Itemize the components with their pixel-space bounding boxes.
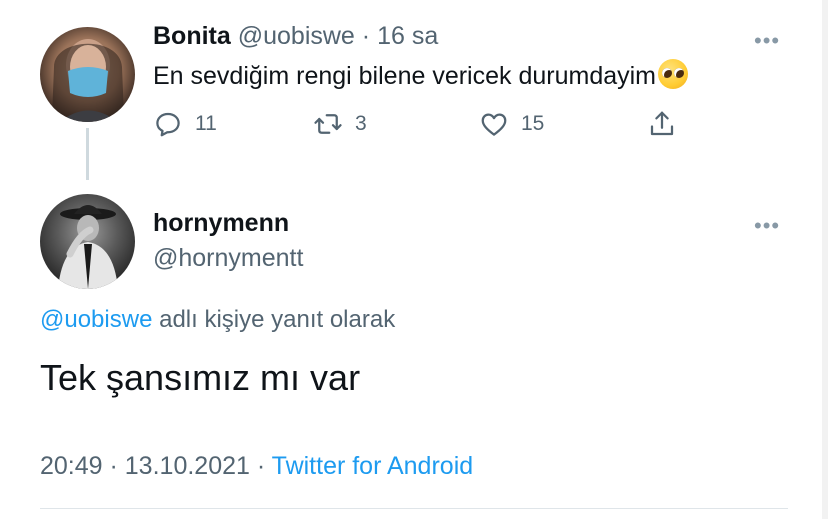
heart-icon [481,113,507,136]
avatar[interactable] [40,194,135,289]
thread-line [86,128,89,180]
timestamp[interactable]: 16 sa [377,22,438,50]
display-name[interactable]: Bonita [153,22,231,50]
tweet-header: Bonita @uobiswe · 16 sa [153,22,438,51]
handle[interactable]: @uobiswe [238,22,355,50]
share-button[interactable] [647,106,677,142]
tweet-meta: 20:49 · 13.10.2021 · Twitter for Android [40,452,473,481]
tweet-time[interactable]: 20:49 [40,452,103,480]
separator: · [102,452,125,480]
tweet-actions: 11 3 15 [153,106,713,142]
reply-count: 11 [195,112,217,135]
share-icon [650,111,674,136]
more-options-icon[interactable]: ••• [754,30,780,52]
divider [40,508,788,509]
parent-tweet[interactable]: Bonita @uobiswe · 16 sa ••• En sevdiğim … [0,0,822,180]
retweet-button[interactable]: 3 [313,106,367,142]
display-name[interactable]: hornymenn [153,209,289,238]
separator: · [361,22,371,50]
separator: · [249,452,272,480]
reply-to-handle-link[interactable]: @uobiswe [40,306,152,333]
reply-icon [156,112,180,137]
tweet-source-link[interactable]: Twitter for Android [272,452,473,480]
like-button[interactable]: 15 [479,106,544,142]
scroll-edge [822,0,828,519]
reply-to-label: adlı kişiye yanıt olarak [152,306,396,333]
retweet-icon [314,114,342,134]
retweet-count: 3 [355,112,367,135]
like-count: 15 [521,112,545,135]
more-options-icon[interactable]: ••• [754,215,780,237]
avatar[interactable] [40,27,135,122]
handle[interactable]: @hornymentt [153,244,303,273]
reply-button[interactable]: 11 [153,106,217,142]
tweet-text-content: En sevdiğim rengi bilene vericek durumda… [153,62,657,90]
tweet-date[interactable]: 13.10.2021 [125,452,250,480]
replying-to: @uobiswe adlı kişiye yanıt olarak [40,306,395,334]
tweet-text: En sevdiğim rengi bilene vericek durumda… [153,59,689,91]
pleading-face-icon [658,59,689,89]
tweet-text: Tek şansımız mı var [40,357,361,398]
